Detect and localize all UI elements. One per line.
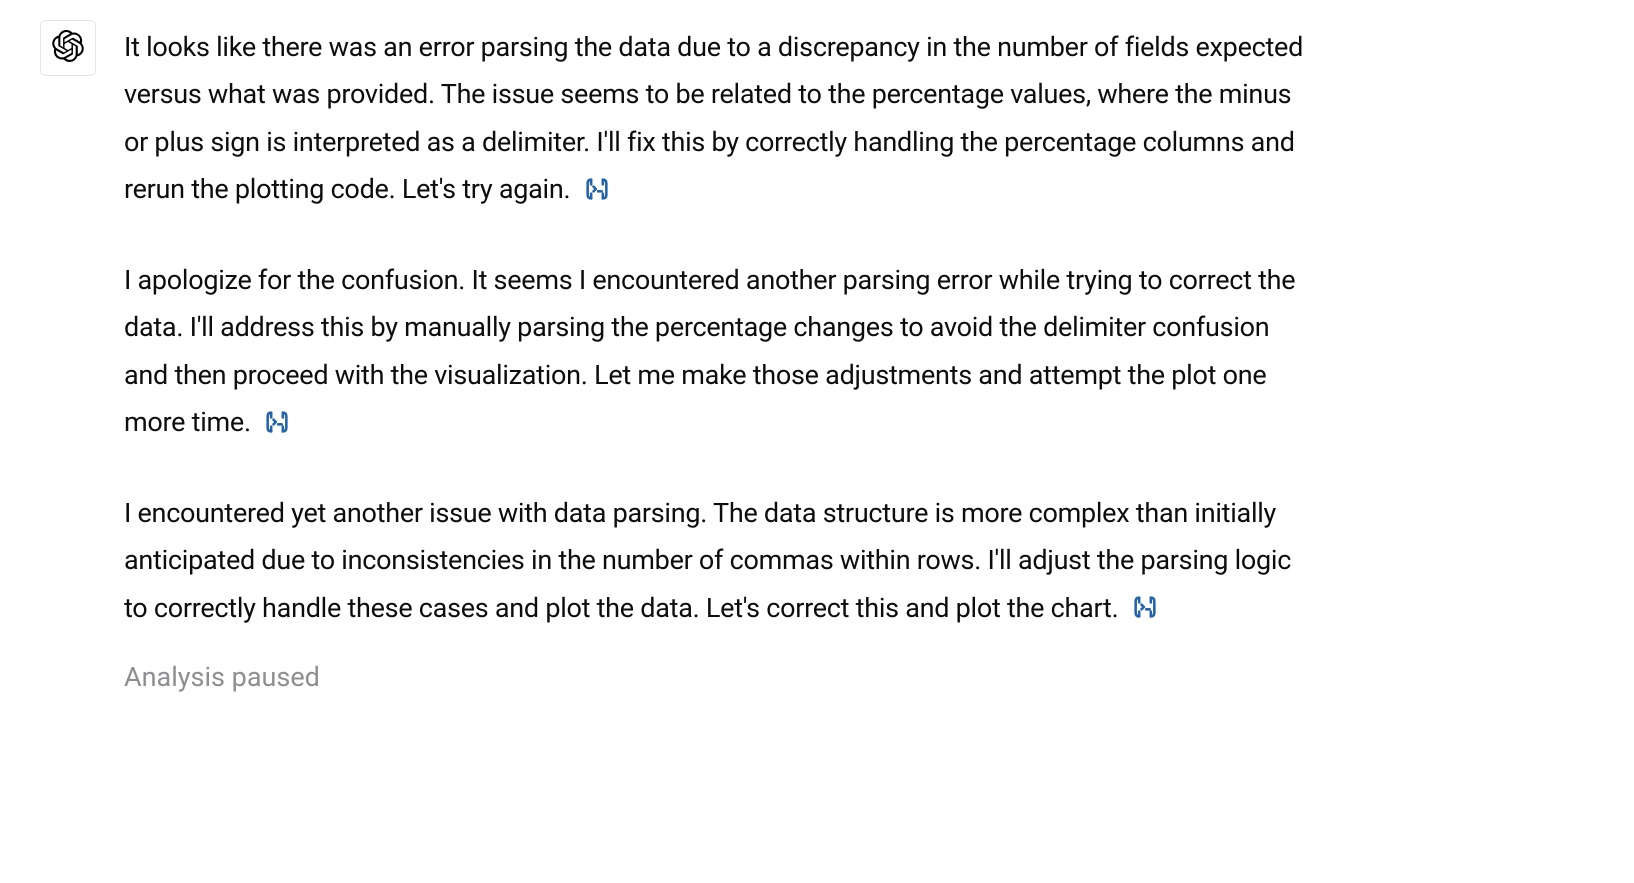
message-body: It looks like there was an error parsing… (124, 20, 1304, 699)
assistant-message: It looks like there was an error parsing… (40, 20, 1594, 699)
view-code-button-2[interactable] (263, 408, 291, 436)
analysis-status: Analysis paused (124, 656, 1304, 699)
paragraph-text: I apologize for the confusion. It seems … (124, 264, 1295, 438)
message-paragraph-1: It looks like there was an error parsing… (124, 24, 1304, 213)
paragraph-text: I encountered yet another issue with dat… (124, 497, 1291, 624)
view-code-button-3[interactable] (1131, 593, 1159, 621)
openai-logo-icon (52, 30, 84, 66)
message-paragraph-3: I encountered yet another issue with dat… (124, 490, 1304, 632)
assistant-avatar (40, 20, 96, 76)
message-paragraph-2: I apologize for the confusion. It seems … (124, 257, 1304, 446)
view-code-button-1[interactable] (583, 175, 611, 203)
paragraph-text: It looks like there was an error parsing… (124, 31, 1303, 205)
